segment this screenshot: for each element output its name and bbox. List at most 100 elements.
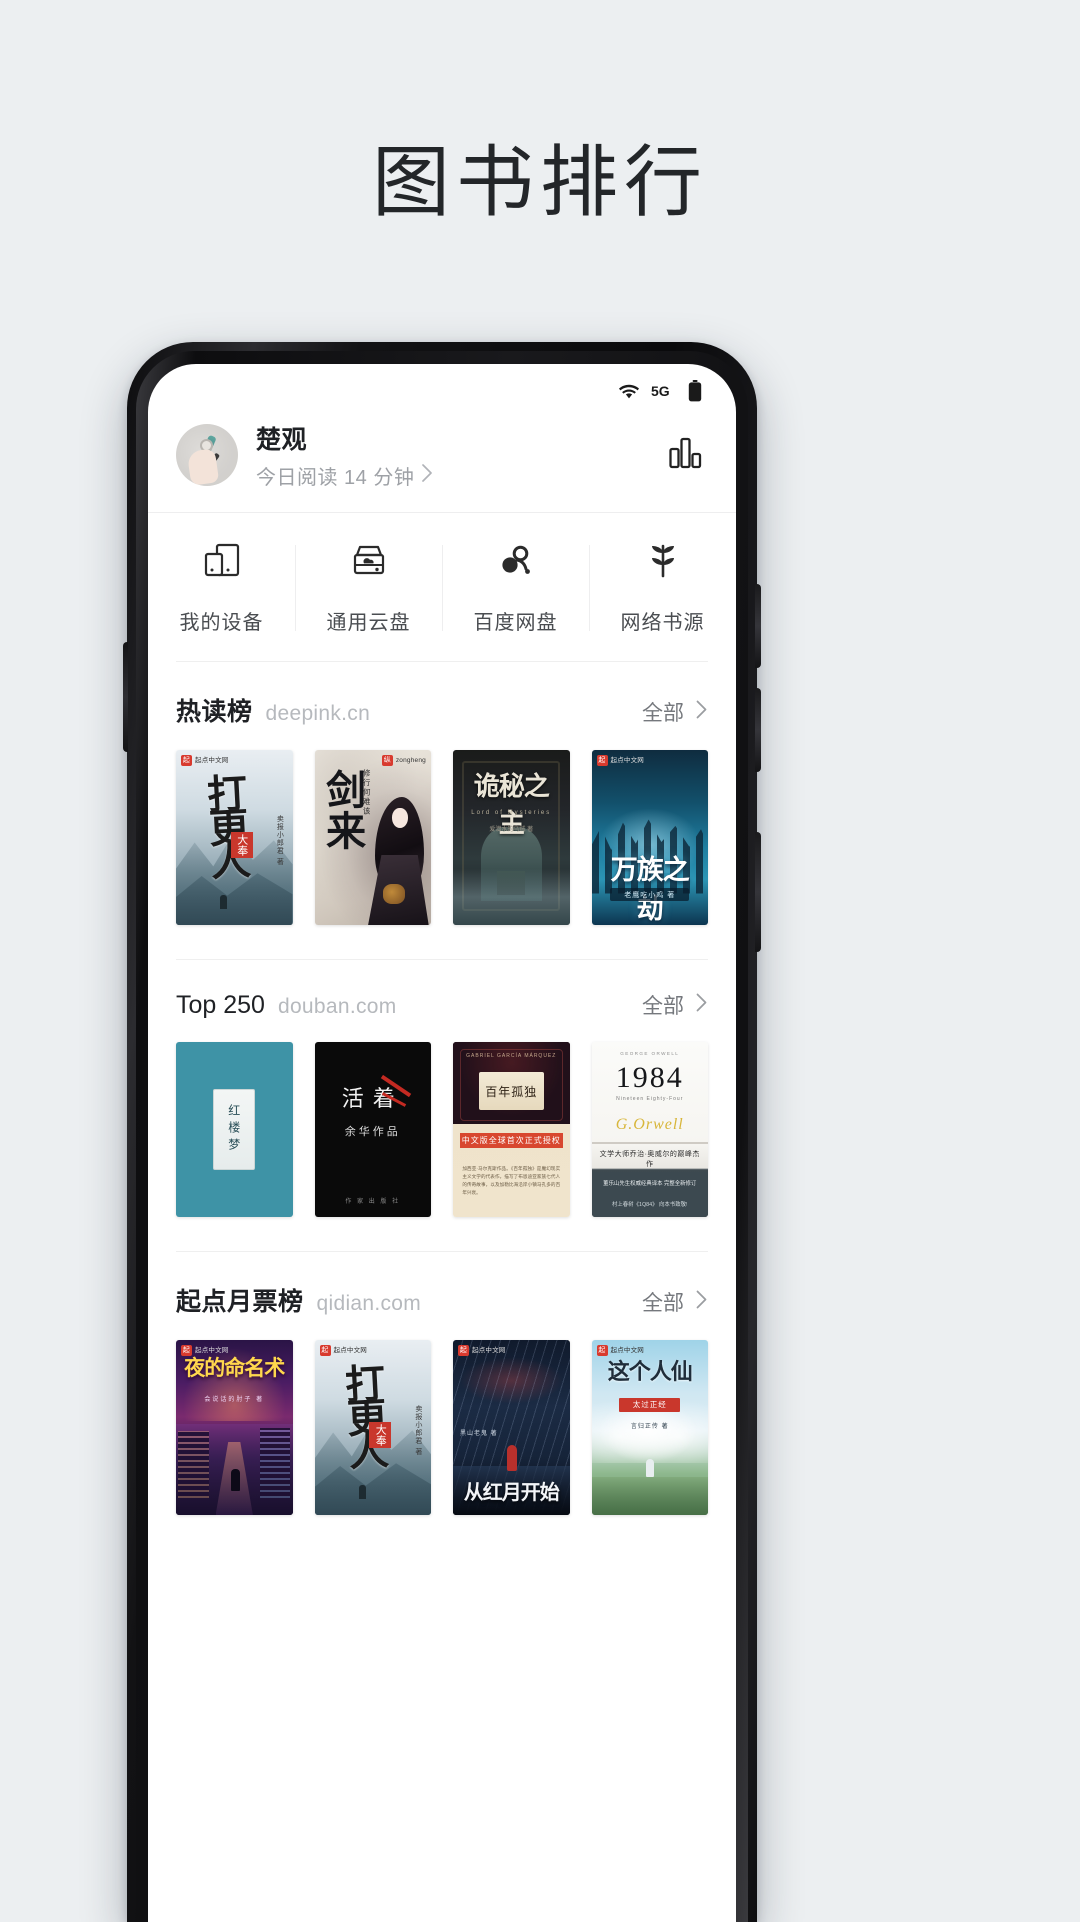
cover-tag: 大奉 [230,832,253,859]
book-cover[interactable]: 纵 zongheng 剑 来 修行何难该 [314,750,431,925]
cover-author: 黑山老鬼 著 [459,1430,498,1437]
book-cover[interactable]: 活着 余华作品 作 家 出 版 社 [314,1042,431,1217]
badge-mark: 起 [458,1345,469,1356]
book-cover[interactable]: 起 起点中文网 打 更 人 大奉 卖报小郎君 著 [176,750,293,925]
cloud-drive-icon [346,541,392,590]
cover-line-3: 村上春树《1Q84》 向本书致敬! [612,1201,688,1208]
section-qidian-monthly: 起点月票榜 qidian.com 全部 起 起点中文网 夜的命名术 会说话的肘子… [148,1252,736,1549]
cover-art-darkband [591,1171,708,1217]
reading-stats-button[interactable] [658,431,708,480]
book-cover[interactable]: 起 起点中文网 打 更 人 大奉 卖报小郎君 著 [314,1340,431,1515]
section-source: douban.com [277,995,397,1018]
cover-tag: 大奉 [369,1422,392,1449]
quick-action-cloud-drive[interactable]: 通用云盘 [295,541,442,635]
publisher-badge: 起 起点中文网 [596,1345,645,1356]
quick-action-baidu-netdisk[interactable]: 百度网盘 [442,541,589,635]
badge-text: 起点中文网 [333,1346,367,1354]
book-cover[interactable]: 起 起点中文网 这个人仙 太过正经 言归正传 著 [591,1340,708,1515]
section-source: qidian.com [316,1292,422,1315]
cover-title-plate: 百年孤独 [478,1071,544,1111]
cover-title: 活着 [341,1085,404,1111]
quick-action-label: 我的设备 [179,612,264,634]
book-cover[interactable]: 起 起点中文网 万族之劫 老鹰吃小鸡 著 [591,750,708,925]
section-source: deepink.cn [265,702,371,725]
quick-action-label: 通用云盘 [326,612,411,634]
section-hot-reads: 热读榜 deepink.cn 全部 起 起点中文网 打 更 人 大奉 卖报小郎君… [148,662,736,959]
reading-time-row[interactable]: 今日阅读 14 分钟 [256,461,433,490]
cover-art-ornament [383,884,406,904]
book-cover[interactable]: 诡秘之主 Lord of Mysteries 爱潜水的乌贼 著 [453,750,570,925]
cover-top-line: GABRIEL GARCÍA MÁRQUEZ [466,1052,557,1059]
book-cover[interactable]: 起 起点中文网 夜的命名术 会说话的肘子 著 [176,1340,293,1515]
cover-title: 红楼梦 [226,1104,241,1155]
badge-mark: 起 [181,1345,192,1356]
badge-mark: 起 [319,1345,331,1356]
network-5g-text: 5G [651,383,670,399]
section-view-all-button[interactable]: 全部 [642,1287,708,1317]
book-cover[interactable]: 红楼梦 [176,1042,293,1217]
publisher-badge: 起 起点中文网 [181,755,229,766]
cover-title: 百年孤独 [485,1084,538,1099]
book-list: 起 起点中文网 夜的命名术 会说话的肘子 著 起 起点中文网 打 更 人 大奉 … [148,1340,736,1541]
view-all-label: 全部 [642,995,684,1018]
quick-action-book-source[interactable]: 网络书源 [589,541,736,635]
profile-row[interactable]: 楚观 今日阅读 14 分钟 [148,414,736,512]
badge-mark: 起 [596,1345,608,1356]
publisher-badge: 起 起点中文网 [596,755,645,766]
cover-author: 会说话的肘子 著 [204,1397,265,1404]
status-bar: 5G [148,364,736,414]
cover-author: 卖报小郎君 著 [414,1404,422,1456]
section-view-all-button[interactable]: 全部 [642,990,708,1020]
cover-art-figure [220,895,228,910]
chevron-right-icon [695,993,708,1018]
chevron-right-icon [695,700,708,725]
cover-author: 爱潜水的乌贼 著 [489,826,534,833]
cover-art-figure [358,1485,366,1500]
battery-icon [688,380,702,402]
user-name: 楚观 [256,426,308,454]
phone-mockup-frame: 5G 楚观 今日阅读 14 分钟 我的设备 通用云盘 百度网盘 网络书源 热读榜… [123,342,761,1922]
publisher-badge: 起 起点中文网 [458,1345,506,1356]
badge-mark: 起 [181,755,192,766]
section-title: 起点月票榜 [176,1288,304,1316]
section-title: 热读榜 [176,698,253,726]
section-header: Top 250 douban.com 全部 [148,960,736,1042]
reading-time-label: 今日阅读 14 分钟 [256,467,415,489]
publisher-badge: 纵 zongheng [381,755,426,766]
section-title: Top 250 [176,991,265,1019]
page-title: 图书排行 [371,139,708,226]
cover-publisher: 作 家 出 版 社 [345,1198,401,1205]
cover-art-figure [230,1468,240,1491]
section-view-all-button[interactable]: 全部 [642,697,708,727]
cover-art-figure [506,1445,517,1472]
cover-title: 1984 [615,1061,684,1095]
phone-volume-down-button [755,688,761,772]
badge-text: 起点中文网 [610,756,644,764]
badge-text: 起点中文网 [195,1346,229,1354]
avatar[interactable] [176,424,238,486]
cover-blurb: 加西亚·马尔克斯作品。《百年孤独》是魔幻现实主义文学的代表作，描写了布恩迪亚家族… [462,1165,561,1196]
book-cover[interactable]: GABRIEL GARCÍA MÁRQUEZ 百年孤独 中文版全球首次正式授权 … [453,1042,570,1217]
quick-action-label: 网络书源 [620,612,705,634]
cover-signature: G.Orwell [615,1115,684,1133]
badge-text: zongheng [395,756,426,764]
view-all-label: 全部 [642,702,684,725]
view-all-label: 全部 [642,1292,684,1315]
book-cover[interactable]: 起 起点中文网 黑山老鬼 著 从红月开始 [453,1340,570,1515]
phone-left-button [123,642,128,752]
badge-mark: 起 [596,755,608,766]
book-cover[interactable]: GEORGE ORWELL 1984 Nineteen Eighty-Four … [591,1042,708,1217]
chevron-right-icon [695,1290,708,1315]
phone-bezel: 5G 楚观 今日阅读 14 分钟 我的设备 通用云盘 百度网盘 网络书源 热读榜… [136,351,748,1922]
quick-action-label: 百度网盘 [473,612,558,634]
phone-volume-up-button [755,584,761,668]
cover-art-building-left [178,1431,209,1498]
cover-art-rule [591,1141,708,1144]
cover-title: 夜的命名术 [184,1356,285,1381]
baidu-netdisk-icon [493,541,539,590]
cover-line-2: 董乐山先生权威经典译本 完整全新修订 [603,1180,697,1187]
section-header: 热读榜 deepink.cn 全部 [148,662,736,750]
publisher-badge: 起 起点中文网 [181,1345,229,1356]
cover-title: 打 更 人 [344,1361,388,1475]
quick-action-my-device[interactable]: 我的设备 [148,541,295,635]
